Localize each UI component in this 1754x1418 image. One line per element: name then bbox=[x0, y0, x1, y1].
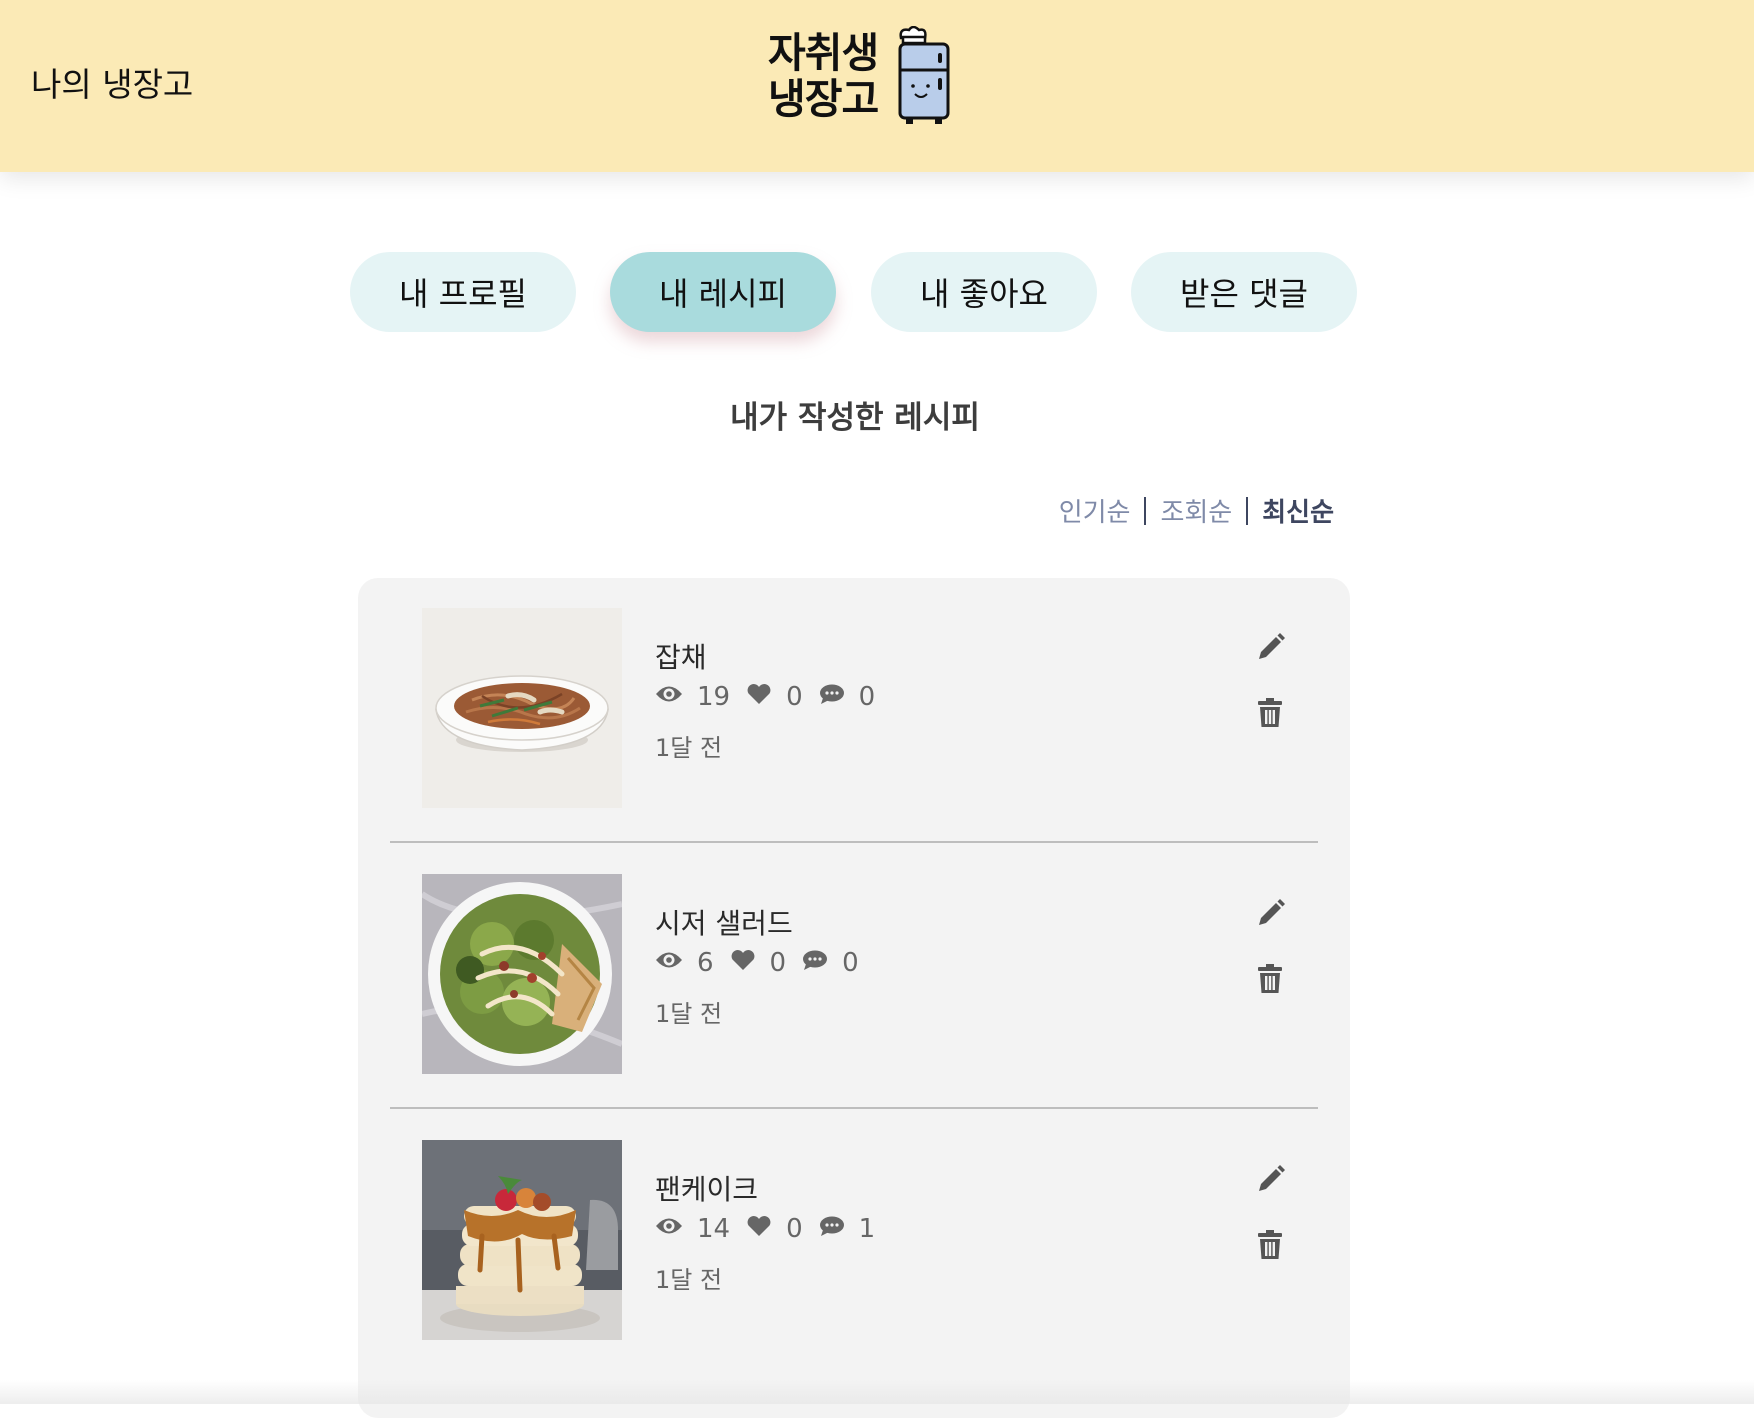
app-header: 나의 냉장고 자취생 냉장고 bbox=[0, 0, 1754, 172]
recipe-date: 1달 전 bbox=[655, 1000, 723, 1028]
fridge-chef-icon bbox=[895, 25, 957, 130]
recipe-thumbnail[interactable] bbox=[422, 608, 622, 808]
tab-received-comments[interactable]: 받은 댓글 bbox=[1131, 252, 1357, 332]
trash-icon[interactable] bbox=[1257, 1230, 1283, 1264]
pencil-icon[interactable] bbox=[1256, 898, 1286, 932]
heart-icon bbox=[730, 948, 756, 978]
like-count: 0 bbox=[786, 1214, 803, 1244]
recipe-thumbnail[interactable] bbox=[422, 874, 622, 1074]
recipe-stats: 14 0 1 bbox=[655, 1214, 891, 1244]
comment-icon bbox=[819, 682, 845, 712]
eye-icon bbox=[655, 1214, 683, 1244]
app-logo[interactable]: 자취생 냉장고 bbox=[768, 25, 960, 126]
logo-line-2: 냉장고 bbox=[768, 75, 879, 123]
recipe-thumbnail[interactable] bbox=[422, 1140, 622, 1340]
recipe-name[interactable]: 잡채 bbox=[655, 636, 707, 676]
view-count: 14 bbox=[697, 1214, 731, 1244]
recipe-item[interactable]: 시저 샐러드 6 0 0 1달 전 bbox=[390, 844, 1318, 1109]
sort-divider bbox=[1144, 496, 1147, 525]
sort-divider bbox=[1246, 496, 1249, 525]
page-title: 나의 냉장고 bbox=[31, 65, 194, 104]
logo-line-1: 자취생 bbox=[768, 29, 879, 77]
tab-my-profile[interactable]: 내 프로필 bbox=[350, 252, 576, 332]
pencil-icon[interactable] bbox=[1256, 632, 1286, 666]
eye-icon bbox=[655, 948, 683, 978]
tab-my-likes[interactable]: 내 좋아요 bbox=[871, 252, 1097, 332]
tab-my-recipes[interactable]: 내 레시피 bbox=[610, 252, 836, 332]
like-count: 0 bbox=[769, 948, 787, 978]
recipe-date: 1달 전 bbox=[655, 1266, 723, 1294]
view-count: 6 bbox=[697, 948, 714, 978]
heart-icon bbox=[746, 1214, 772, 1244]
recipe-name[interactable]: 팬케이크 bbox=[655, 1168, 758, 1208]
recipe-list: 잡채 19 0 0 1달 전 시저 샐러드 6 0 0 1달 전 팬케이크 14… bbox=[358, 578, 1350, 1418]
view-count: 19 bbox=[697, 682, 731, 712]
recipe-item[interactable]: 잡채 19 0 0 1달 전 bbox=[390, 578, 1318, 843]
recipe-name[interactable]: 시저 샐러드 bbox=[655, 902, 793, 942]
section-title: 내가 작성한 레시피 bbox=[730, 400, 980, 436]
recipe-item[interactable]: 팬케이크 14 0 1 1달 전 bbox=[390, 1110, 1318, 1375]
comment-icon bbox=[802, 948, 828, 978]
comment-icon bbox=[819, 1214, 845, 1244]
comment-count: 0 bbox=[842, 948, 859, 978]
comment-count: 1 bbox=[858, 1214, 876, 1244]
pencil-icon[interactable] bbox=[1256, 1164, 1286, 1198]
scroll-fade bbox=[0, 1380, 1754, 1404]
sort-options: 인기순 조회순 최신순 bbox=[1040, 492, 1334, 529]
heart-icon bbox=[746, 682, 772, 712]
sort-popular[interactable]: 인기순 bbox=[1059, 492, 1131, 529]
recipe-date: 1달 전 bbox=[655, 734, 723, 762]
logo-wordmark: 자취생 냉장고 bbox=[768, 29, 879, 123]
sort-latest[interactable]: 최신순 bbox=[1262, 492, 1334, 529]
comment-count: 0 bbox=[858, 682, 876, 712]
like-count: 0 bbox=[786, 682, 803, 712]
sort-views[interactable]: 조회순 bbox=[1160, 492, 1232, 529]
eye-icon bbox=[655, 682, 683, 712]
trash-icon[interactable] bbox=[1257, 698, 1283, 732]
mypage-tabs: 내 프로필 내 레시피 내 좋아요 받은 댓글 bbox=[0, 252, 1754, 332]
recipe-stats: 19 0 0 bbox=[655, 682, 891, 712]
trash-icon[interactable] bbox=[1257, 964, 1283, 998]
recipe-stats: 6 0 0 bbox=[655, 948, 875, 978]
